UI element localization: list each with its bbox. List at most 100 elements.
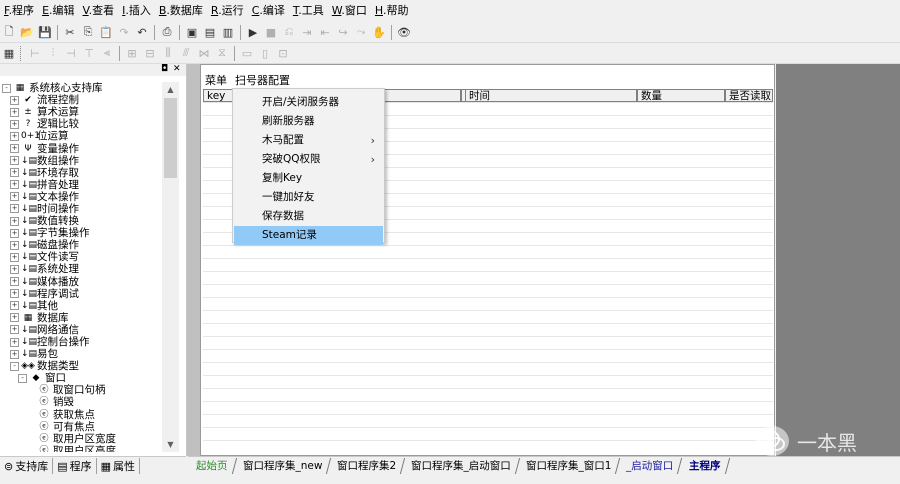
open-folder-icon[interactable]: 📂 (19, 24, 35, 40)
expand-icon[interactable]: + (10, 180, 19, 190)
left-tab[interactable]: ▤ 程序 (53, 458, 97, 474)
expand-icon[interactable]: + (10, 252, 19, 262)
step-over-icon[interactable]: ↪ (335, 24, 351, 40)
expand-icon[interactable]: + (10, 144, 19, 154)
tree-item[interactable]: +0+1 位运算 (0, 130, 162, 142)
tree-item[interactable]: ⓔ 取窗口句柄 (0, 384, 162, 396)
layout-split-icon[interactable]: ▤ (202, 24, 218, 40)
menu-item-i[interactable]: I.插入 (118, 0, 155, 22)
layout-single-icon[interactable]: ▣ (184, 24, 200, 40)
tree-item[interactable]: ⓔ 取用户区宽度 (0, 433, 162, 445)
lock-icon[interactable]: ⊡ (275, 45, 291, 61)
expand-icon[interactable]: + (10, 337, 19, 347)
tree-item[interactable]: + ↓▤ 数组操作 (0, 155, 162, 167)
dropdown-item[interactable]: 一键加好友 (234, 188, 383, 207)
collapse-icon[interactable]: - (18, 373, 27, 383)
align-middle-icon[interactable]: ⫷ (99, 45, 115, 61)
menu-item-c[interactable]: C.编译 (248, 0, 289, 22)
tree-item[interactable]: + ✔ 流程控制 (0, 94, 162, 106)
space-h-icon[interactable]: ⫼ (160, 45, 176, 61)
left-tab[interactable]: ▦ 属性 (97, 458, 141, 474)
expand-icon[interactable]: + (10, 325, 19, 335)
scroll-thumb[interactable] (164, 98, 177, 178)
same-height-icon[interactable]: ⊟ (142, 45, 158, 61)
document-tab[interactable]: 主程序 (678, 458, 730, 474)
space-v-icon[interactable]: ⫻ (178, 45, 194, 61)
align-top-icon[interactable]: ⊤ (81, 45, 97, 61)
cut-icon[interactable]: ✂ (62, 24, 78, 40)
tree-item[interactable]: + ↓▤ 数值转换 (0, 215, 162, 227)
column-header[interactable]: 时间 (465, 89, 637, 102)
expand-icon[interactable]: + (10, 95, 19, 105)
tree-item[interactable]: ⓔ 获取焦点 (0, 409, 162, 421)
menu-item-w[interactable]: W.窗口 (328, 0, 371, 22)
step-out-icon[interactable]: ⇤ (317, 24, 333, 40)
tree-item[interactable]: + ↓▤ 媒体播放 (0, 276, 162, 288)
tree-item[interactable]: + ↓▤ 网络通信 (0, 324, 162, 336)
column-header[interactable]: 数量 (637, 89, 725, 102)
save-icon[interactable]: 💾 (37, 24, 53, 40)
scroll-up-icon[interactable]: ▲ (162, 82, 179, 97)
find-icon[interactable]: ⎙ (159, 24, 175, 40)
tree-item[interactable]: + ↓▤ 字节集操作 (0, 227, 162, 239)
dropdown-item[interactable]: 开启/关闭服务器 (234, 93, 383, 112)
binoculars-icon[interactable]: 👁 (396, 24, 412, 40)
tree-item[interactable]: + ↓▤ 时间操作 (0, 203, 162, 215)
expand-icon[interactable]: + (10, 240, 19, 250)
expand-icon[interactable]: + (10, 107, 19, 117)
tree-item[interactable]: ⓔ 取用户区高度 (0, 445, 162, 452)
dropdown-item[interactable]: Steam记录 (234, 226, 383, 245)
expand-icon[interactable]: + (10, 216, 19, 226)
expand-icon[interactable]: + (10, 168, 19, 178)
tree-item[interactable]: + Ψ 变量操作 (0, 142, 162, 155)
document-tab[interactable]: 窗口程序集_启动窗口 (400, 458, 521, 474)
tree-item[interactable]: + ↓▤ 其他 (0, 300, 162, 312)
expand-icon[interactable]: + (10, 204, 19, 214)
redo-icon[interactable]: ↷ (116, 24, 132, 40)
run-to-cursor-icon[interactable]: ⤳ (353, 24, 369, 40)
menu-item-t[interactable]: T.工具 (289, 0, 328, 22)
tree-item[interactable]: + ↓▤ 拼音处理 (0, 179, 162, 191)
expand-icon[interactable]: + (10, 301, 19, 311)
same-width-icon[interactable]: ⊞ (124, 45, 140, 61)
tree-item[interactable]: + ↓▤ 系统处理 (0, 263, 162, 275)
form-menu-item[interactable]: 扫号器配置 (231, 72, 294, 88)
expand-icon[interactable]: + (10, 264, 19, 274)
expand-icon[interactable]: + (10, 349, 19, 359)
paste-icon[interactable]: 📋 (98, 24, 114, 40)
menu-item-b[interactable]: B.数据库 (155, 0, 207, 22)
tree-item[interactable]: + ↓▤ 文本操作 (0, 191, 162, 203)
tree-item[interactable]: ⓔ 销毁 (0, 396, 162, 408)
tree-scrollbar[interactable]: ▲ ▼ (162, 82, 179, 452)
dropdown-item[interactable]: 保存数据 (234, 207, 383, 226)
dropdown-item[interactable]: 木马配置 › (234, 131, 383, 150)
send-back-icon[interactable]: ▯ (257, 45, 273, 61)
tree-item[interactable]: - ▦ 系统核心支持库 (0, 82, 162, 94)
tree-item[interactable]: + ▦ 数据库 (0, 312, 162, 324)
tree-item[interactable]: + ↓▤ 易包 (0, 348, 162, 360)
tree-item[interactable]: + ↓▤ 磁盘操作 (0, 239, 162, 251)
step-icon[interactable]: ⎌ (281, 24, 297, 40)
copy-icon[interactable]: ⎘ (80, 24, 96, 40)
undo-icon[interactable]: ↶ (134, 24, 150, 40)
document-tab[interactable]: _启动窗口 (616, 458, 683, 474)
panel-restore-icon[interactable]: ◘ (161, 64, 168, 74)
align-center-icon[interactable]: ⫶ (45, 45, 61, 61)
dropdown-item[interactable]: 复制Key (234, 169, 383, 188)
menu-item-e[interactable]: E.编辑 (38, 0, 78, 22)
new-file-icon[interactable]: 🗋 (1, 24, 17, 40)
grid-icon[interactable]: ▦ (1, 45, 17, 61)
center-h-icon[interactable]: ⋈ (196, 45, 212, 61)
step-into-icon[interactable]: ⇥ (299, 24, 315, 40)
expand-icon[interactable]: + (10, 192, 19, 202)
document-tab[interactable]: 起始页 (188, 458, 237, 474)
expand-icon[interactable]: + (10, 228, 19, 238)
panel-close-icon[interactable]: ✕ (173, 64, 181, 74)
breakpoint-icon[interactable]: ✋ (371, 24, 387, 40)
document-tab[interactable]: 窗口程序集2 (326, 458, 406, 474)
menu-item-f[interactable]: F.程序 (0, 0, 38, 22)
align-left-icon[interactable]: ⊢ (27, 45, 43, 61)
tree-item[interactable]: + ↓▤ 程序调试 (0, 288, 162, 300)
form-menu-item[interactable]: 菜单 (201, 72, 231, 88)
tree-item[interactable]: + ↓▤ 环境存取 (0, 167, 162, 179)
